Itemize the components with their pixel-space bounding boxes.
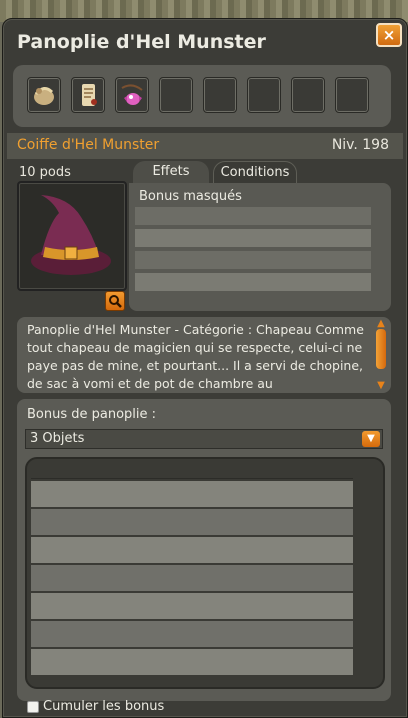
bonus-table bbox=[25, 457, 385, 689]
empty-slot[interactable] bbox=[291, 77, 325, 113]
tab-conditions[interactable]: Conditions bbox=[213, 161, 297, 184]
scroll-down-icon[interactable]: ▼ bbox=[375, 381, 387, 391]
chevron-down-icon[interactable]: ▼ bbox=[362, 431, 380, 447]
set-bonus-panel: Bonus de panoplie : 3 Objets ▼ bbox=[17, 399, 391, 701]
table-row bbox=[31, 509, 353, 535]
scroll-icon bbox=[82, 84, 97, 106]
item-level: Niv. 198 bbox=[331, 137, 389, 153]
item-header: Coiffe d'Hel Munster Niv. 198 bbox=[7, 133, 403, 159]
cumulate-bonus-label: Cumuler les bonus bbox=[43, 699, 165, 714]
table-row bbox=[31, 565, 353, 591]
list-item bbox=[135, 251, 371, 269]
list-item bbox=[135, 273, 371, 291]
empty-slot[interactable] bbox=[159, 77, 193, 113]
table-row bbox=[31, 537, 353, 563]
item-description: Panoplie d'Hel Munster - Catégorie : Cha… bbox=[27, 322, 364, 391]
window-title: Panoplie d'Hel Munster bbox=[17, 31, 266, 53]
item-image bbox=[17, 181, 127, 291]
bonus-label: Bonus de panoplie : bbox=[27, 407, 157, 422]
item-name: Coiffe d'Hel Munster bbox=[17, 137, 160, 153]
scroll-thumb[interactable] bbox=[376, 329, 386, 369]
cumulate-bonus-checkbox[interactable] bbox=[27, 701, 39, 713]
pouch-icon bbox=[34, 87, 54, 105]
close-button[interactable]: × bbox=[376, 23, 402, 47]
magnify-button[interactable] bbox=[105, 291, 125, 311]
description-panel: Panoplie d'Hel Munster - Catégorie : Cha… bbox=[17, 317, 391, 393]
empty-slot[interactable] bbox=[247, 77, 281, 113]
description-scrollbar[interactable]: ▲ ▼ bbox=[375, 319, 387, 391]
set-window: Panoplie d'Hel Munster × Coiffe d'Hel Mu… bbox=[2, 18, 408, 718]
candy-amulet-icon bbox=[121, 84, 143, 105]
item-pods: 10 pods bbox=[19, 165, 71, 180]
list-item bbox=[135, 207, 371, 225]
table-row bbox=[31, 621, 353, 647]
tab-effets[interactable]: Effets bbox=[133, 161, 209, 183]
empty-slot[interactable] bbox=[335, 77, 369, 113]
effects-panel: Bonus masqués bbox=[129, 183, 391, 311]
set-items-bar bbox=[13, 65, 391, 127]
slot-amulet[interactable] bbox=[115, 77, 149, 113]
magnify-icon bbox=[109, 295, 122, 308]
witch-hat-icon bbox=[31, 195, 111, 275]
table-row bbox=[31, 481, 353, 507]
select-value: 3 Objets bbox=[30, 431, 85, 446]
bonus-table-header-divider bbox=[31, 478, 353, 479]
empty-slot[interactable] bbox=[203, 77, 237, 113]
slot-pouch[interactable] bbox=[27, 77, 61, 113]
slot-scroll[interactable] bbox=[71, 77, 105, 113]
effect-hidden-bonus: Bonus masqués bbox=[139, 189, 242, 204]
scroll-up-icon[interactable]: ▲ bbox=[375, 319, 387, 329]
bonus-table-side-column bbox=[355, 459, 379, 687]
table-row bbox=[31, 649, 353, 675]
list-item bbox=[135, 229, 371, 247]
item-count-select[interactable]: 3 Objets ▼ bbox=[25, 429, 383, 449]
table-row bbox=[31, 593, 353, 619]
